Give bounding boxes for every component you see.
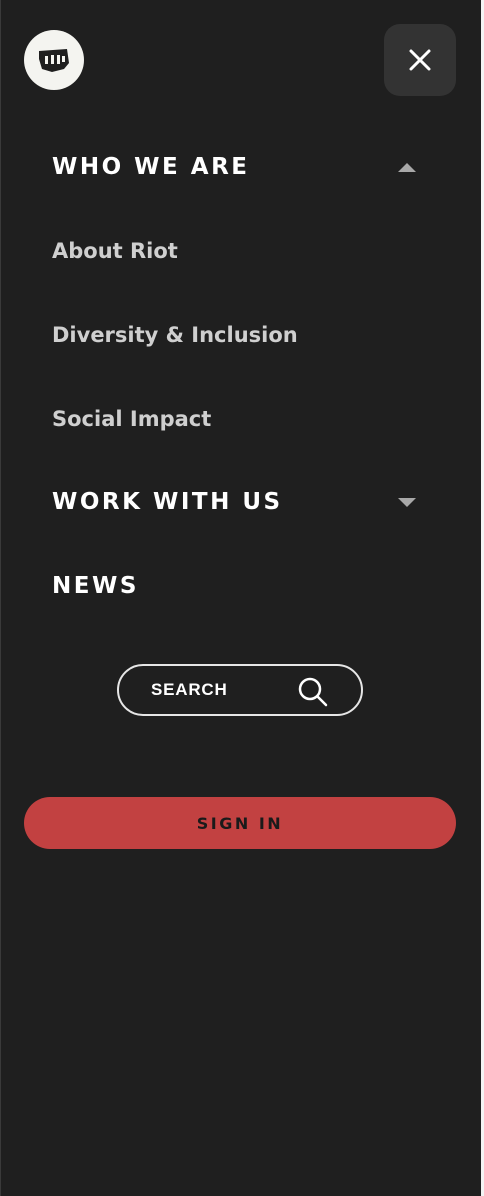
nav-item-label: Social Impact [52,407,212,431]
search-icon [298,677,328,707]
nav-item-social-impact[interactable]: Social Impact [52,399,432,439]
nav-news-label: NEWS [52,573,139,599]
nav-who-we-are-label: WHO WE ARE [52,154,250,180]
nav-who-we-are[interactable]: WHO WE ARE [52,147,432,187]
nav-work-with-us[interactable]: WORK WITH US [52,482,432,522]
close-button[interactable] [384,24,456,96]
nav-item-about-riot[interactable]: About Riot [52,231,432,271]
nav-item-label: Diversity & Inclusion [52,323,298,347]
search-button[interactable]: SEARCH [117,664,363,716]
nav-item-diversity-inclusion[interactable]: Diversity & Inclusion [52,315,432,355]
mobile-nav-drawer: WHO WE ARE About Riot Diversity & Inclus… [0,0,484,1196]
search-label: SEARCH [151,680,228,699]
sign-in-label: SIGN IN [196,813,284,833]
nav-news[interactable]: NEWS [52,566,432,606]
close-icon [409,49,431,71]
nav-work-with-us-label: WORK WITH US [52,489,283,515]
caret-down-icon [398,497,416,507]
caret-up-icon [398,162,416,172]
riot-logo[interactable] [24,30,84,90]
riot-fist-icon [39,49,69,72]
nav-item-label: About Riot [52,239,178,263]
sign-in-button[interactable]: SIGN IN [24,797,456,849]
